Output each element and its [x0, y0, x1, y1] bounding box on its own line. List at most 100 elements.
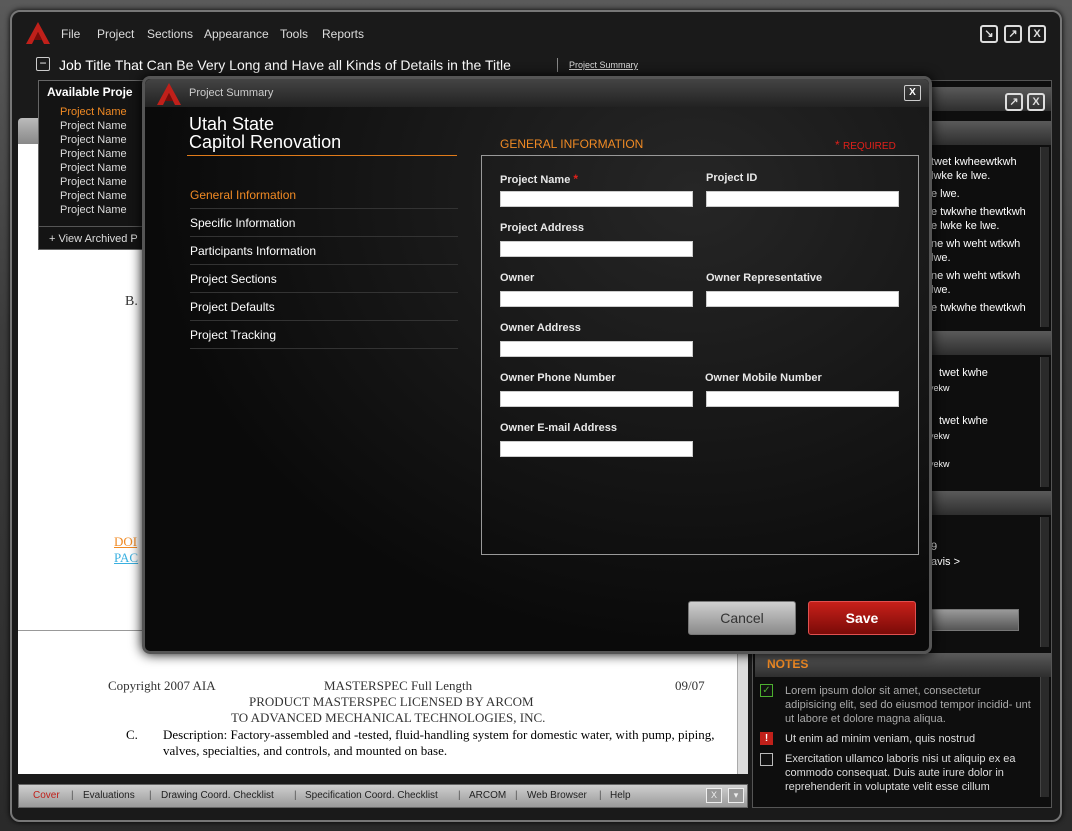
project-item-7[interactable]: Project Name	[60, 190, 127, 202]
title-divider	[557, 58, 558, 72]
owner-representative-input[interactable]	[706, 291, 899, 307]
close-icon[interactable]: X	[904, 85, 921, 101]
owner-address-label: Owner Address	[500, 322, 581, 334]
project-name-label: Project Name *	[500, 172, 579, 186]
doc-letter-b: B.	[125, 294, 138, 309]
panel-text: twet kwhe	[939, 367, 988, 379]
tab-web-browser[interactable]: Web Browser	[527, 790, 587, 801]
project-item-8[interactable]: Project Name	[60, 204, 127, 216]
note-text: Lorem ipsum dolor sit amet, consectetur …	[785, 685, 1031, 725]
app-logo-icon	[157, 83, 181, 105]
menu-file[interactable]: File	[61, 27, 80, 41]
tab-separator: |	[294, 790, 297, 801]
project-item-5[interactable]: Project Name	[60, 162, 127, 174]
bottom-tab-bar: Cover | Evaluations | Drawing Coord. Che…	[18, 784, 748, 808]
required-star-icon: *	[835, 138, 844, 152]
project-summary-dialog: Project Summary X Utah State Capitol Ren…	[142, 76, 932, 654]
note-checkbox-empty[interactable]	[760, 753, 773, 766]
tab-cover[interactable]: Cover	[33, 790, 60, 801]
close-tab-icon[interactable]: X	[706, 788, 722, 803]
nav-project-tracking[interactable]: Project Tracking	[190, 321, 458, 349]
project-id-input[interactable]	[706, 191, 899, 207]
view-archived-link[interactable]: + View Archived P	[49, 233, 138, 245]
owner-mobile-label: Owner Mobile Number	[705, 372, 822, 384]
panel-scrollbar[interactable]	[1040, 517, 1049, 647]
panel-text: e twkwhe thewtkwh	[931, 206, 1026, 218]
required-note: * REQUIRED	[835, 138, 896, 152]
tab-separator: |	[515, 790, 518, 801]
panel-slider[interactable]	[929, 609, 1019, 631]
doc-product: MASTERSPEC Full Length	[324, 678, 473, 693]
panel-text: twet kwheewtkwh	[931, 156, 1017, 168]
available-projects-title: Available Proje	[47, 85, 133, 99]
popout-icon[interactable]: ↗	[1004, 25, 1022, 43]
tab-separator: |	[599, 790, 602, 801]
nav-participants-information[interactable]: Participants Information	[190, 237, 458, 265]
note-checkbox-checked[interactable]: ✓	[760, 684, 773, 697]
nav-specific-information[interactable]: Specific Information	[190, 209, 458, 237]
menu-project[interactable]: Project	[97, 27, 134, 41]
tab-separator: |	[149, 790, 152, 801]
nav-general-information[interactable]: General Information	[190, 181, 458, 209]
minimize-icon[interactable]: ↘	[980, 25, 998, 43]
project-name-input[interactable]	[500, 191, 693, 207]
project-item-2[interactable]: Project Name	[60, 120, 127, 132]
tab-arcom[interactable]: ARCOM	[469, 790, 506, 801]
project-address-input[interactable]	[500, 241, 693, 257]
menu-reports[interactable]: Reports	[322, 27, 364, 41]
owner-phone-label: Owner Phone Number	[500, 372, 616, 384]
project-summary-link[interactable]: Project Summary	[569, 60, 638, 70]
doc-link-2[interactable]: PAC	[114, 550, 138, 566]
notes-title: NOTES	[767, 657, 809, 671]
project-item-6[interactable]: Project Name	[60, 176, 127, 188]
project-item-4[interactable]: Project Name	[60, 148, 127, 160]
save-button[interactable]: Save	[808, 601, 916, 635]
project-item-1[interactable]: Project Name	[60, 106, 127, 118]
tab-drawing-checklist[interactable]: Drawing Coord. Checklist	[161, 790, 274, 801]
app-logo-icon	[26, 22, 50, 44]
nav-project-defaults[interactable]: Project Defaults	[190, 293, 458, 321]
panel-text: ne wh weht wtkwh	[931, 238, 1021, 250]
cancel-button[interactable]: Cancel	[688, 601, 796, 635]
popout-panel-icon[interactable]: ↗	[1005, 93, 1023, 111]
notes-scrollbar[interactable]	[1040, 677, 1049, 797]
panel-scrollbar[interactable]	[1040, 147, 1049, 327]
menu-appearance[interactable]: Appearance	[204, 27, 269, 41]
section-heading: GENERAL INFORMATION	[500, 137, 644, 151]
doc-license-line: PRODUCT MASTERSPEC LICENSED BY ARCOM	[249, 694, 534, 709]
general-information-form: Project Name * Project ID Project Addres…	[481, 155, 919, 555]
note-text: Ut enim ad minim veniam, quis nostrud	[785, 733, 976, 745]
tab-evaluations[interactable]: Evaluations	[83, 790, 135, 801]
note-text: Exercitation ullamco laboris nisi ut ali…	[785, 753, 1016, 793]
panel-scrollbar[interactable]	[1040, 357, 1049, 487]
owner-input[interactable]	[500, 291, 693, 307]
project-item-3[interactable]: Project Name	[60, 134, 127, 146]
owner-phone-input[interactable]	[500, 391, 693, 407]
dialog-title: Project Summary	[189, 87, 274, 99]
menu-tools[interactable]: Tools	[280, 27, 308, 41]
doc-license-line-2: TO ADVANCED MECHANICAL TECHNOLOGIES, INC…	[231, 710, 546, 725]
close-app-icon[interactable]: X	[1028, 25, 1046, 43]
alert-icon[interactable]: !	[760, 732, 773, 745]
project-title: Utah State Capitol Renovation	[189, 115, 469, 151]
collapse-icon[interactable]: −	[36, 57, 50, 71]
menu-sections[interactable]: Sections	[147, 27, 193, 41]
owner-mobile-input[interactable]	[706, 391, 899, 407]
owner-address-input[interactable]	[500, 341, 693, 357]
tab-separator: |	[458, 790, 461, 801]
tab-spec-checklist[interactable]: Specification Coord. Checklist	[305, 790, 438, 801]
job-title: Job Title That Can Be Very Long and Have…	[59, 57, 511, 73]
available-projects-panel: Available Proje Project Name Project Nam…	[38, 80, 148, 250]
doc-date: 09/07	[675, 678, 705, 693]
panel-text: lwe.	[931, 284, 951, 296]
tab-help[interactable]: Help	[610, 790, 631, 801]
owner-label: Owner	[500, 272, 535, 284]
panel-text: vekw	[929, 459, 950, 469]
project-title-line-2: Capitol Renovation	[189, 132, 342, 152]
project-id-label: Project ID	[706, 172, 758, 184]
doc-link-1[interactable]: DOI	[114, 534, 137, 550]
nav-project-sections[interactable]: Project Sections	[190, 265, 458, 293]
owner-email-input[interactable]	[500, 441, 693, 457]
close-panel-icon[interactable]: X	[1027, 93, 1045, 111]
chevron-down-icon[interactable]: ▾	[728, 788, 744, 803]
